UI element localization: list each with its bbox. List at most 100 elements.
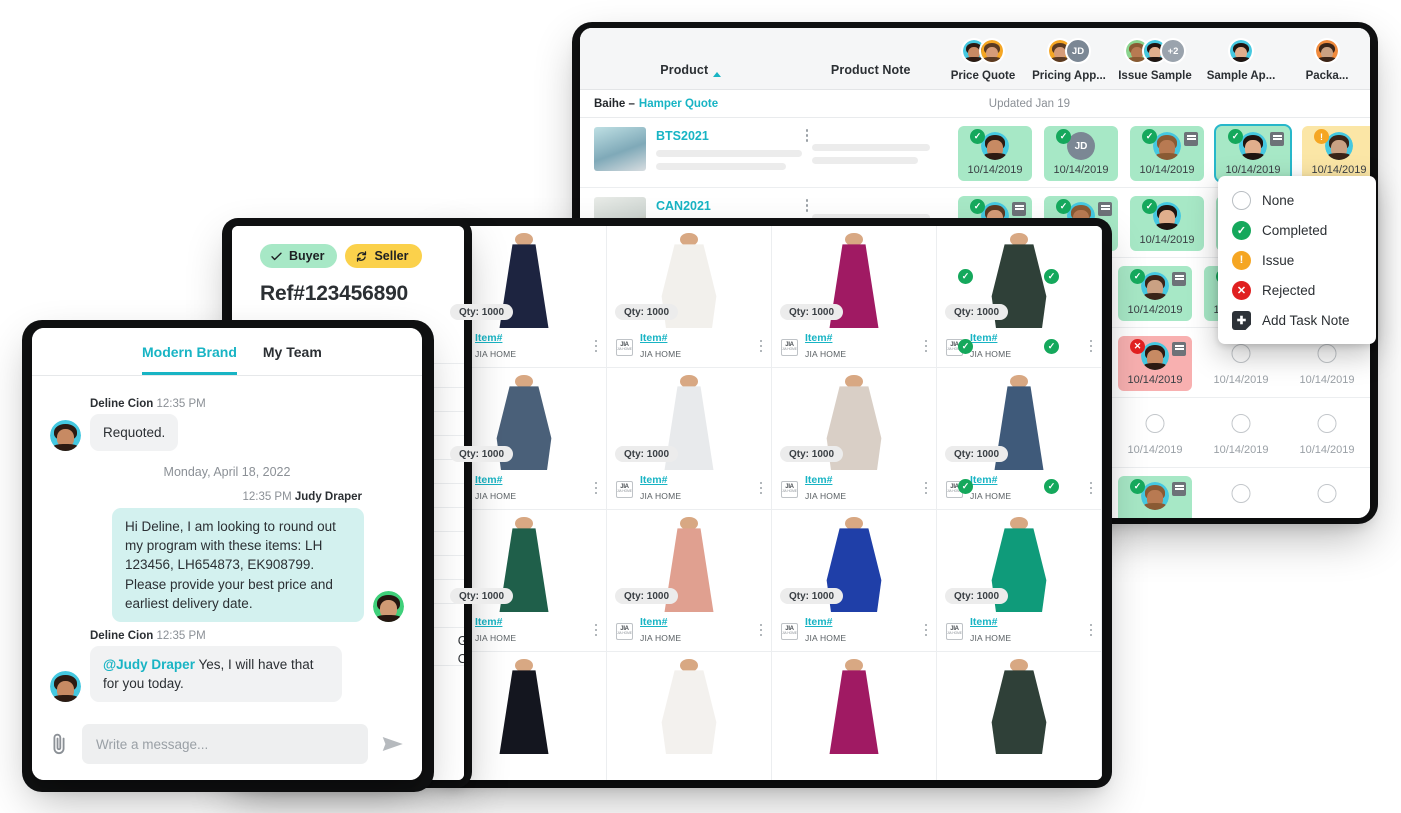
product-card[interactable]: Qty: 1000 JIAJIA HOME Item# JIA HOME [772, 226, 937, 368]
garment-figure [488, 659, 560, 754]
buyer-badge[interactable]: Buyer [260, 244, 338, 268]
column-header-product[interactable]: Product [580, 28, 802, 89]
status-date: 10/14/2019 [1053, 164, 1109, 176]
menu-item-completed[interactable]: ✓ Completed [1218, 215, 1376, 245]
status-cell[interactable]: ! 10/14/2019 [1302, 126, 1370, 181]
task-note-icon[interactable] [1184, 132, 1198, 146]
product-card-menu-button[interactable] [924, 481, 927, 497]
product-card[interactable]: Qty: 1000 JIAJIA HOME Item# JIA HOME [607, 368, 772, 510]
product-card-menu-button[interactable] [759, 481, 762, 497]
task-note-icon[interactable] [1098, 202, 1112, 216]
status-cell[interactable]: ✓ 10/14/2019 [1214, 124, 1292, 183]
status-cell[interactable] [1204, 476, 1278, 518]
task-column-3[interactable]: +2 Issue Sample [1112, 28, 1198, 89]
task-column-2[interactable]: JD Pricing App... [1026, 28, 1112, 89]
status-cell[interactable]: ✓ 10/14/2019 [1130, 196, 1204, 251]
chat-tab-modern-brand[interactable]: Modern Brand [142, 328, 237, 375]
task-note-icon[interactable] [1172, 342, 1186, 356]
status-cell[interactable]: ✓ [1118, 476, 1192, 518]
product-code[interactable]: BTS2021 [656, 129, 802, 143]
menu-item-rejected[interactable]: ✕ Rejected [1218, 275, 1376, 305]
status-cell[interactable]: ✓ 10/14/2019 [1118, 266, 1192, 321]
product-item-link[interactable]: Item# [805, 332, 925, 344]
row-menu-button[interactable] [802, 129, 812, 144]
group-name-link[interactable]: Hamper Quote [639, 98, 718, 110]
product-item-link[interactable]: Item# [475, 332, 595, 344]
product-card-menu-button[interactable] [594, 623, 597, 639]
product-card-footer: JIAJIA HOME Item# JIA HOME [607, 611, 771, 651]
quantity-chip: Qty: 1000 [615, 588, 679, 604]
status-cell[interactable]: 10/14/2019 [1118, 406, 1192, 461]
product-card-menu-button[interactable] [1089, 623, 1092, 639]
status-cell-wrapper: ✓ [1112, 476, 1198, 518]
product-card-menu-button[interactable] [594, 481, 597, 497]
status-cell-wrapper: ✕ 10/14/2019 [1112, 336, 1198, 391]
task-note-icon[interactable] [1012, 202, 1026, 216]
product-card[interactable]: Qty: 1000 JIAJIA HOME Item# JIA HOME [772, 368, 937, 510]
status-cell[interactable]: JD ✓ 10/14/2019 [1044, 126, 1118, 181]
send-icon[interactable] [380, 731, 406, 757]
product-card-menu-button[interactable] [1089, 481, 1092, 497]
status-cell[interactable]: 10/14/2019 [1204, 336, 1278, 391]
product-card-menu-button[interactable] [759, 339, 762, 355]
menu-item-add-task-note[interactable]: ✚ Add Task Note [1218, 305, 1376, 335]
check-circle-icon: ✓ [1044, 479, 1059, 494]
task-column-4[interactable]: Sample Ap... [1198, 28, 1284, 89]
status-cell[interactable] [1290, 476, 1364, 518]
message-mention[interactable]: @Judy Draper [103, 657, 195, 672]
message-input[interactable] [82, 724, 368, 764]
product-item-link[interactable]: Item# [805, 616, 925, 628]
product-item-link[interactable]: Item# [970, 474, 1090, 486]
check-circle-icon: ✓ [1130, 479, 1145, 494]
product-card-menu-button[interactable] [759, 623, 762, 639]
product-item-link[interactable]: Item# [640, 616, 760, 628]
product-card-menu-button[interactable] [594, 339, 597, 355]
product-item-link[interactable]: Item# [475, 474, 595, 486]
product-card[interactable] [937, 652, 1102, 780]
paperclip-icon[interactable] [48, 731, 70, 757]
product-card-menu-button[interactable] [924, 623, 927, 639]
product-card[interactable]: Qty: 1000 JIAJIA HOME Item# JIA HOME [937, 510, 1102, 652]
row-menu-button[interactable] [802, 199, 812, 214]
product-item-link[interactable]: Item# [970, 332, 1090, 344]
product-card-menu-button[interactable] [924, 339, 927, 355]
status-cell-wrapper: 10/14/2019 [1112, 406, 1198, 461]
task-column-1[interactable]: Price Quote [940, 28, 1026, 89]
product-card[interactable]: Qty: 1000 JIAJIA HOME Item# JIA HOME [607, 226, 772, 368]
status-cell[interactable]: 10/14/2019 [1290, 336, 1364, 391]
product-card[interactable] [607, 652, 772, 780]
product-item-link[interactable]: Item# [640, 332, 760, 344]
task-note-icon[interactable] [1172, 272, 1186, 286]
menu-item-label: Add Task Note [1262, 312, 1350, 328]
product-code[interactable]: CAN2021 [656, 199, 802, 213]
task-note-icon[interactable] [1270, 132, 1284, 146]
circle-outline-icon [1231, 414, 1251, 433]
group-row[interactable]: Baihe – Hamper Quote Updated Jan 19 [580, 90, 1370, 118]
product-item-link[interactable]: Item# [475, 616, 595, 628]
status-cell[interactable]: 10/14/2019 [1290, 406, 1364, 461]
product-item-link[interactable]: Item# [805, 474, 925, 486]
product-item-link[interactable]: Item# [970, 616, 1090, 628]
product-card[interactable] [772, 652, 937, 780]
status-cell[interactable]: 10/14/2019 [1204, 406, 1278, 461]
menu-item-issue[interactable]: ! Issue [1218, 245, 1376, 275]
status-cell[interactable]: ✕ 10/14/2019 [1118, 336, 1192, 391]
status-cell-wrapper: ✓ 10/14/2019 [1124, 126, 1210, 181]
product-item-link[interactable]: Item# [640, 474, 760, 486]
task-column-label: Packa... [1305, 70, 1349, 82]
status-cell[interactable]: ✓ 10/14/2019 [958, 126, 1032, 181]
product-card[interactable]: Qty: 1000 JIAJIA HOME Item# JIA HOME [772, 510, 937, 652]
status-cell[interactable]: ✓ 10/14/2019 [1130, 126, 1204, 181]
message-header-3: Deline Cion 12:35 PM [50, 630, 404, 642]
menu-item-none[interactable]: None [1218, 185, 1376, 215]
column-header-product-note[interactable]: Product Note [802, 28, 940, 89]
menu-item-label: Completed [1262, 222, 1328, 238]
product-card[interactable]: Qty: 1000 JIAJIA HOME Item# JIA HOME [607, 510, 772, 652]
chat-tab-my-team[interactable]: My Team [263, 328, 322, 375]
seller-badge[interactable]: Seller [345, 244, 422, 268]
status-cell-wrapper: ✓ 10/14/2019 [952, 126, 1038, 181]
task-column-label: Pricing App... [1032, 70, 1106, 82]
product-card-menu-button[interactable] [1089, 339, 1092, 355]
task-column-5[interactable]: Packa... [1284, 28, 1370, 89]
task-note-icon[interactable] [1172, 482, 1186, 496]
